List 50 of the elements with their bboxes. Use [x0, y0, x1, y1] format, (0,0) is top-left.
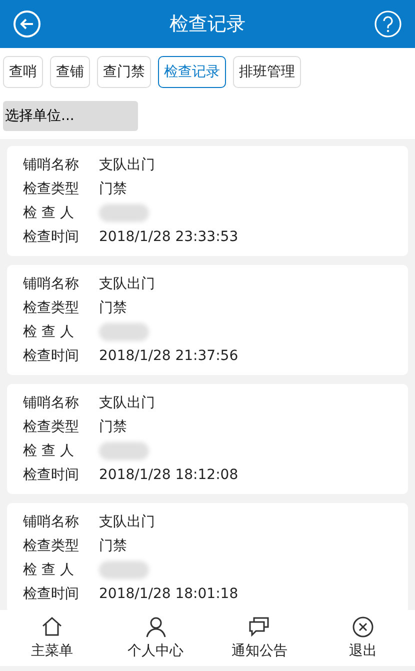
- nav-item[interactable]: 通知公告: [208, 610, 312, 666]
- home-icon: [40, 614, 64, 638]
- field-value: 支队出门: [99, 156, 155, 174]
- field-value: 2018/1/28 18:01:18: [99, 584, 238, 604]
- back-button[interactable]: [13, 10, 41, 38]
- person-icon: [144, 614, 168, 638]
- field-label: 铺哨名称: [23, 394, 80, 412]
- field-label: 检查时间: [23, 228, 80, 246]
- record-card[interactable]: 铺哨名称 支队出门 检查类型 门禁 检 查 人 检查时间 2018/1/28 18:01:18: [7, 503, 408, 610]
- nav-item[interactable]: 个人中心: [104, 610, 208, 666]
- field-label: 铺哨名称: [23, 274, 80, 294]
- record-card[interactable]: 铺哨名称 支队出门 检查类型 门禁 检 查 人 检查时间 2018/1/28 23:33:53: [7, 146, 408, 256]
- nav-item[interactable]: 主菜单: [0, 610, 104, 666]
- tab[interactable]: 查铺: [50, 56, 90, 88]
- field-label: 检 查 人: [23, 442, 75, 460]
- field-label: 检 查 人: [23, 560, 75, 580]
- field-value: 支队出门: [99, 394, 155, 412]
- field-label: 铺哨名称: [23, 512, 80, 532]
- field-label: 检查类型: [23, 180, 80, 198]
- field-value: 支队出门: [99, 512, 155, 532]
- unit-select[interactable]: 选择单位...: [3, 101, 138, 131]
- page-title: 检查记录: [170, 12, 246, 37]
- field-label: 检查类型: [23, 298, 80, 318]
- field-value: 2018/1/28 23:33:53: [99, 228, 238, 246]
- close-icon: [351, 614, 376, 638]
- tab[interactable]: 排班管理: [233, 56, 301, 88]
- field-value: 门禁: [99, 536, 127, 556]
- record-card[interactable]: 铺哨名称 支队出门 检查类型 门禁 检 查 人 检查时间 2018/1/28 18:12:08: [7, 384, 408, 494]
- field-value: 支队出门: [99, 274, 155, 294]
- tab[interactable]: 查门禁: [97, 56, 151, 88]
- nav-item[interactable]: 退出: [311, 610, 415, 666]
- select-placeholder: 选择单位...: [5, 106, 74, 126]
- field-label: 检查时间: [23, 584, 80, 604]
- tab[interactable]: 查哨: [3, 56, 43, 88]
- field-value: 门禁: [99, 298, 127, 318]
- field-label: 检查时间: [23, 346, 80, 366]
- field-value: 门禁: [99, 418, 127, 436]
- field-label: 检查时间: [23, 466, 80, 484]
- field-label: 铺哨名称: [23, 156, 80, 174]
- help-button[interactable]: [374, 10, 402, 38]
- tab[interactable]: 检查记录: [158, 56, 226, 88]
- field-label: 检查类型: [23, 536, 80, 556]
- field-value: 门禁: [99, 180, 127, 198]
- field-label: 检 查 人: [23, 204, 75, 222]
- record-card[interactable]: 铺哨名称 支队出门 检查类型 门禁 检 查 人 检查时间 2018/1/28 21:37:56: [7, 265, 408, 375]
- field-label: 检查类型: [23, 418, 80, 436]
- field-value: 2018/1/28 18:12:08: [99, 466, 238, 484]
- field-label: 检 查 人: [23, 322, 75, 342]
- field-value: 2018/1/28 21:37:56: [99, 346, 238, 366]
- chat-icon: [247, 614, 272, 638]
